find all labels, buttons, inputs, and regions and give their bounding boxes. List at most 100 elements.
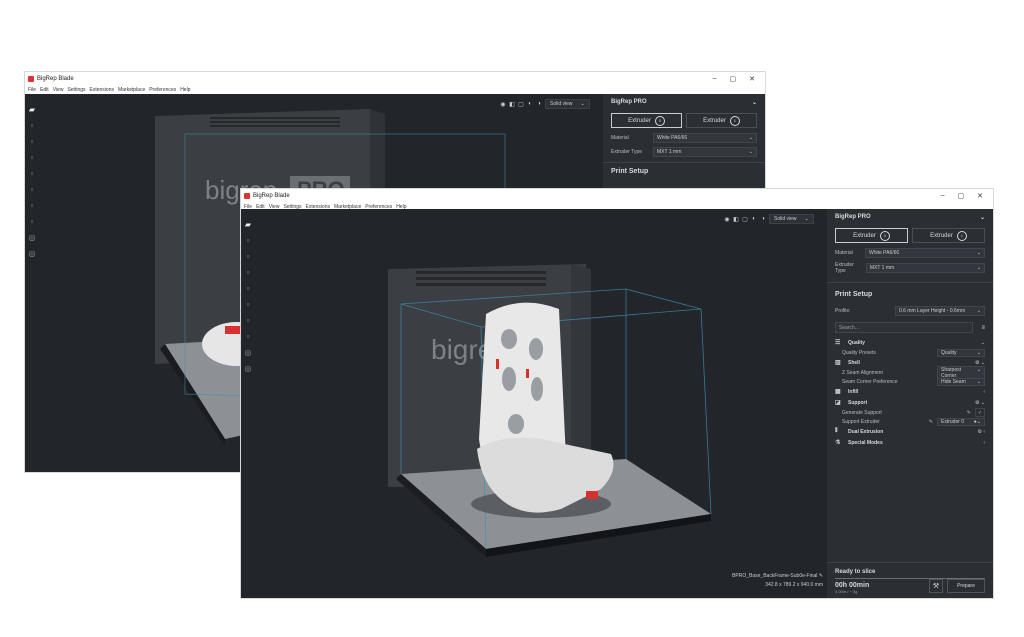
category-special-modes[interactable]: ⚗ Special Modes ‹	[827, 437, 993, 448]
extruder-type-label: Extruder Type	[835, 262, 854, 274]
per-model-settings-icon[interactable]: ▫	[27, 184, 37, 194]
object-name: BPRO_Base_BackFrame-Sub0e-Final	[732, 573, 818, 579]
minimize-button[interactable]: –	[941, 192, 945, 200]
support-blocker-icon[interactable]: ▫	[243, 315, 253, 325]
chevron-down-icon: ⌄	[804, 216, 809, 222]
scale-tool-icon[interactable]: ▫	[243, 251, 253, 261]
front-view-icon[interactable]: ◧	[509, 101, 515, 108]
scale-tool-icon[interactable]: ▫	[27, 136, 37, 146]
rotate-tool-icon[interactable]: ▫	[27, 152, 37, 162]
edit-icon[interactable]: ✎	[819, 573, 823, 579]
chevron-down-icon: ⌄	[979, 214, 985, 221]
viewport[interactable]: bigrep ▰ ▫ ▫ ▫ ▫ ▫ ▫ ▫ ◎ ◎ ◉ ◧ ▢ ◐ ◑ Sol…	[241, 209, 827, 598]
right-view-icon[interactable]: ◑	[760, 216, 766, 222]
close-button[interactable]: ✕	[749, 75, 755, 83]
menu-extensions[interactable]: Extensions	[90, 87, 114, 93]
material-select[interactable]: White PA6/66 ⌄	[653, 133, 757, 143]
view-mode-select[interactable]: Solid view ⌄	[545, 99, 590, 109]
category-dual-extrusion[interactable]: ⫴ Dual Extrusion ⚙ ‹	[827, 426, 993, 437]
move-tool-icon[interactable]: ▫	[243, 235, 253, 245]
top-view-icon[interactable]: ▢	[742, 216, 748, 223]
move-tool-icon[interactable]: ▫	[27, 120, 37, 130]
setting-select[interactable]: Extruder 0 ●⌄	[937, 417, 985, 426]
setting-value: Hide Seam	[941, 378, 966, 385]
extruder-0-tab[interactable]: Extruder 0	[835, 228, 908, 243]
material-value: White PA6/66	[869, 250, 900, 256]
menu-icon[interactable]: ≡	[981, 325, 985, 331]
material-label: Material	[611, 135, 629, 141]
category-quality[interactable]: ☰ Quality ⌄	[827, 337, 993, 348]
left-view-icon[interactable]: ◐	[751, 216, 757, 222]
mirror-tool-icon[interactable]: ▫	[243, 283, 253, 293]
printer-header[interactable]: BigRep PRO ⌄	[603, 94, 765, 110]
app-logo-icon	[28, 76, 34, 82]
extruder-0-label: Extruder	[628, 117, 651, 124]
category-infill[interactable]: ▦ Infill ‹	[827, 386, 993, 397]
maximize-button[interactable]: ▢	[730, 75, 737, 83]
foreground-window: BigRep Blade – ▢ ✕ File Edit View Settin…	[241, 189, 993, 598]
title-bar: BigRep Blade – ▢ ✕	[241, 189, 993, 203]
category-label: Dual Extrusion	[848, 428, 884, 435]
setting-value: Extruder 0	[941, 418, 965, 425]
extruder-0-select-icon[interactable]: ◎	[243, 347, 253, 357]
extruder-type-select[interactable]: MXT 1 mm ⌄	[865, 263, 985, 273]
profile-label: Profile:	[835, 308, 851, 314]
menu-marketplace[interactable]: Marketplace	[118, 87, 145, 93]
material-row: Material White PA6/66 ⌄	[827, 246, 993, 260]
setting-select[interactable]: Quality ⌄	[937, 348, 985, 357]
menu-help[interactable]: Help	[180, 87, 190, 93]
setting-row: Support Extruder ✎ Extruder 0 ●⌄	[827, 417, 993, 426]
view-controls: ◉ ◧ ▢ ◐ ◑ Solid view ⌄	[724, 214, 814, 224]
mirror-tool-icon[interactable]: ▫	[27, 168, 37, 178]
setting-select[interactable]: Hide Seam ⌄	[937, 377, 985, 386]
menu-edit[interactable]: Edit	[40, 87, 49, 93]
front-view-icon[interactable]: ◧	[733, 216, 739, 223]
open-file-icon[interactable]: ▰	[243, 219, 253, 229]
rotate-tool-icon[interactable]: ▫	[243, 267, 253, 277]
support-blocker-icon[interactable]: ▫	[27, 200, 37, 210]
extruder-1-tab[interactable]: Extruder 1	[912, 228, 985, 243]
minimize-button[interactable]: –	[713, 75, 717, 83]
extruder-1-select-icon[interactable]: ◎	[27, 248, 37, 258]
layer-tool-icon[interactable]: ▫	[243, 331, 253, 341]
material-select[interactable]: White PA6/66 ⌄	[865, 248, 985, 258]
chevron-down-icon: ⌄	[580, 101, 585, 107]
tools-icon[interactable]: ⚒	[929, 579, 943, 593]
quality-icon: ☰	[835, 340, 841, 346]
3d-view-icon[interactable]: ◉	[724, 216, 730, 223]
printer-header[interactable]: BigRep PRO ⌄	[827, 209, 993, 225]
right-view-icon[interactable]: ◑	[536, 101, 542, 107]
generate-support-checkbox[interactable]: ✓	[975, 408, 985, 417]
3d-view-icon[interactable]: ◉	[500, 101, 506, 108]
category-support[interactable]: ◪ Support ⚙ ⌄	[827, 397, 993, 408]
menu-settings[interactable]: Settings	[67, 87, 85, 93]
view-mode-value: Solid view	[550, 101, 573, 107]
extruder-type-label: Extruder Type	[611, 149, 643, 155]
top-view-icon[interactable]: ▢	[518, 101, 524, 108]
prepare-button[interactable]: Prepare	[947, 579, 985, 593]
extruder-type-select[interactable]: MXT 1 mm ⌄	[653, 147, 757, 157]
menu-file[interactable]: File	[28, 87, 36, 93]
print-setup-title-partial: Print Setup	[611, 168, 649, 175]
menu-preferences[interactable]: Preferences	[149, 87, 176, 93]
open-file-icon[interactable]: ▰	[27, 104, 37, 114]
extruder-1-tab[interactable]: Extruder 1	[686, 113, 757, 128]
per-model-settings-icon[interactable]: ▫	[243, 299, 253, 309]
view-mode-select[interactable]: Solid view ⌄	[769, 214, 814, 224]
maximize-button[interactable]: ▢	[958, 192, 965, 200]
extruder-1-select-icon[interactable]: ◎	[243, 363, 253, 373]
material-value: White PA6/66	[657, 135, 688, 141]
extruder-0-select-icon[interactable]: ◎	[27, 232, 37, 242]
close-button[interactable]: ✕	[977, 192, 983, 200]
chevron-down-icon: ⌄	[748, 149, 753, 155]
setting-row: Generate Support ✎ ✓	[827, 408, 993, 417]
left-view-icon[interactable]: ◐	[527, 101, 533, 107]
menu-view[interactable]: View	[53, 87, 64, 93]
layer-tool-icon[interactable]: ▫	[27, 216, 37, 226]
extruder-0-tab[interactable]: Extruder 0	[611, 113, 682, 128]
print-setup-title: Print Setup	[835, 291, 873, 298]
profile-select[interactable]: 0.6 mm Layer Height - 0.6mm ⌄	[895, 306, 985, 316]
extruder-type-row: Extruder Type MXT 1 mm ⌄	[827, 260, 993, 276]
slice-panel: Ready to slice 00h 00min 0.00m / ~ 0g ⚒ …	[827, 562, 993, 598]
settings-search-input[interactable]: Search...	[835, 322, 974, 333]
